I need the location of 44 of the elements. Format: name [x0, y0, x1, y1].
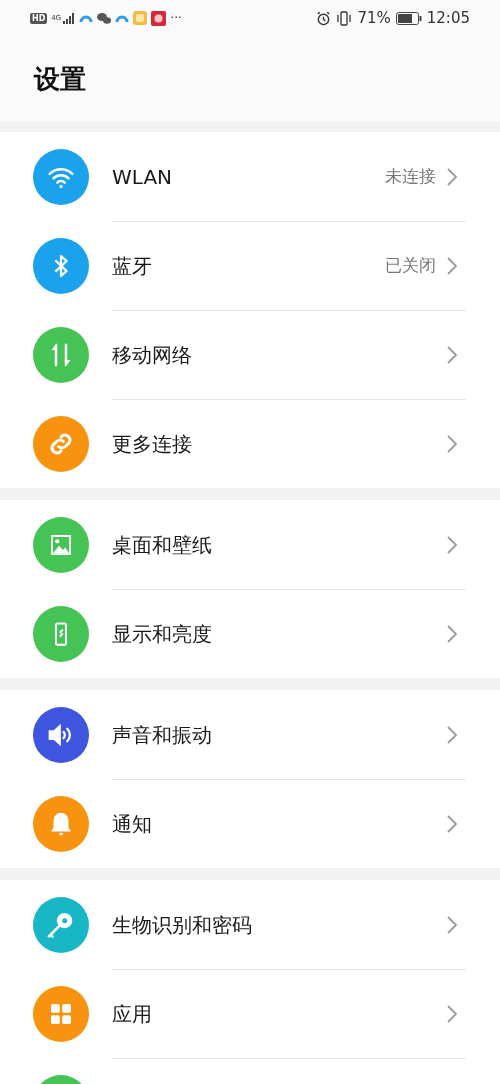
setting-label: 移动网络	[112, 342, 193, 369]
settings-item[interactable]: 通知	[0, 779, 500, 868]
chevron-icon	[446, 1004, 458, 1024]
app-icon	[151, 10, 167, 26]
chevron-icon	[446, 624, 458, 644]
alarm-icon	[316, 10, 332, 26]
setting-label: 通知	[112, 811, 153, 838]
battery-icon	[395, 11, 422, 25]
setting-label: 声音和振动	[112, 721, 213, 749]
setting-status: 已关闭	[385, 254, 436, 278]
setting-label: 生物识别和密码	[112, 911, 253, 939]
vibrate-icon	[336, 10, 353, 26]
more-notifications: ···	[170, 12, 182, 24]
settings-item[interactable]: 蓝牙 已关闭	[0, 221, 500, 310]
clock: 12:05	[426, 7, 470, 29]
settings-item[interactable]: 声音和振动	[0, 690, 500, 779]
settings-item[interactable]: 移动网络	[0, 310, 500, 399]
setting-label: 显示和亮度	[112, 621, 213, 648]
signal-icon	[63, 12, 76, 24]
settings-item[interactable]: 应用	[0, 969, 500, 1058]
chevron-icon	[446, 914, 458, 935]
setting-label: 蓝牙	[112, 253, 153, 280]
battery-percent: 71%	[357, 7, 391, 29]
setting-label: WLAN	[112, 163, 174, 191]
page-title: 设置	[34, 62, 86, 96]
chat-icon	[97, 11, 112, 25]
chevron-icon	[446, 534, 458, 555]
app-icon	[133, 11, 148, 25]
setting-label: 应用	[112, 1001, 153, 1028]
setting-label: 更多连接	[112, 431, 193, 458]
hd-badge: HD	[30, 12, 48, 24]
settings-item[interactable]: 桌面和壁纸	[0, 500, 500, 589]
settings-item[interactable]: 更多连接	[0, 399, 500, 488]
settings-item[interactable]: 显示和亮度	[0, 589, 500, 678]
settings-item[interactable]: 生物识别和密码	[0, 880, 500, 969]
chevron-icon	[446, 345, 458, 365]
chevron-icon	[446, 166, 458, 187]
chevron-icon	[446, 724, 458, 745]
chevron-icon	[446, 434, 458, 454]
chevron-icon	[446, 256, 458, 276]
settings-item[interactable]: WLAN 未连接	[0, 132, 500, 221]
chevron-icon	[446, 814, 458, 834]
setting-label: 桌面和壁纸	[112, 531, 213, 559]
setting-status: 未连接	[385, 164, 436, 188]
